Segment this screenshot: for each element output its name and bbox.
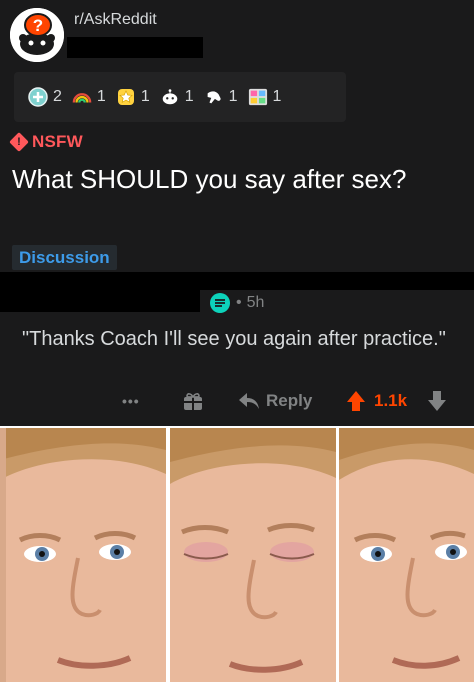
thumbs-award-icon — [204, 87, 224, 107]
reply-arrow-icon — [239, 393, 259, 409]
comment-age: 5h — [246, 294, 265, 311]
give-award-button[interactable] — [182, 386, 204, 416]
redacted-commenter — [0, 290, 200, 312]
meme-panel-eyes-open-2 — [339, 428, 474, 682]
grid-award-icon — [248, 87, 268, 107]
awards-bar[interactable]: 2 1 1 1 1 1 — [14, 72, 346, 122]
meme-panel-eyes-closed — [170, 428, 336, 682]
upvote-arrow-icon — [347, 391, 365, 411]
subreddit-avatar-icon[interactable]: ? — [10, 8, 64, 62]
comment-flair-icon — [210, 293, 230, 313]
award-count: 1 — [272, 88, 282, 105]
award-grid: 1 — [248, 87, 282, 107]
comment-score: 1.1k — [374, 391, 408, 410]
star-award-icon — [116, 87, 136, 107]
award-rainbow: 1 — [72, 87, 106, 107]
comment-body: "Thanks Coach I'll see you again after p… — [22, 328, 446, 350]
post-title[interactable]: What SHOULD you say after sex? — [12, 162, 452, 196]
meta-separator: • — [236, 294, 242, 311]
nsfw-tag: NSFW — [9, 132, 83, 152]
blinking-guy-meme — [0, 426, 474, 682]
award-count: 1 — [228, 88, 238, 105]
award-count: 1 — [140, 88, 150, 105]
reply-label: Reply — [266, 391, 313, 410]
award-helpful: 2 — [28, 87, 62, 107]
downvote-button[interactable] — [427, 386, 447, 416]
meme-panel-eyes-open — [0, 428, 166, 682]
post-flair[interactable]: Discussion — [12, 245, 117, 270]
award-star: 1 — [116, 87, 150, 107]
award-count: 1 — [184, 88, 194, 105]
redacted-username — [67, 37, 203, 58]
award-count: 2 — [53, 88, 62, 105]
award-count: 1 — [96, 88, 106, 105]
upvote-button[interactable]: 1.1k — [346, 386, 407, 416]
reply-button[interactable]: Reply — [238, 386, 312, 416]
award-snoo: 1 — [160, 87, 194, 107]
nsfw-label: NSFW — [32, 132, 83, 151]
award-thumbs: 1 — [204, 87, 238, 107]
nsfw-warning-icon — [9, 132, 29, 152]
more-options-button[interactable]: ••• — [122, 386, 140, 416]
snoo-award-icon — [160, 87, 180, 107]
svg-text:?: ? — [33, 16, 43, 35]
section-divider — [0, 272, 474, 290]
helpful-award-icon — [28, 87, 48, 107]
comment-card: • 5h "Thanks Coach I'll see you again af… — [0, 290, 474, 426]
gift-icon — [184, 393, 202, 410]
comment-actions: ••• Reply 1.1k — [0, 386, 474, 416]
comment-meta: • 5h — [209, 292, 264, 314]
downvote-arrow-icon — [428, 391, 446, 411]
subreddit-name[interactable]: r/AskReddit — [74, 11, 157, 29]
post-card: ? r/AskReddit 2 1 1 1 1 1 ! NSFW What SH… — [0, 0, 474, 272]
rainbow-award-icon — [72, 87, 92, 107]
